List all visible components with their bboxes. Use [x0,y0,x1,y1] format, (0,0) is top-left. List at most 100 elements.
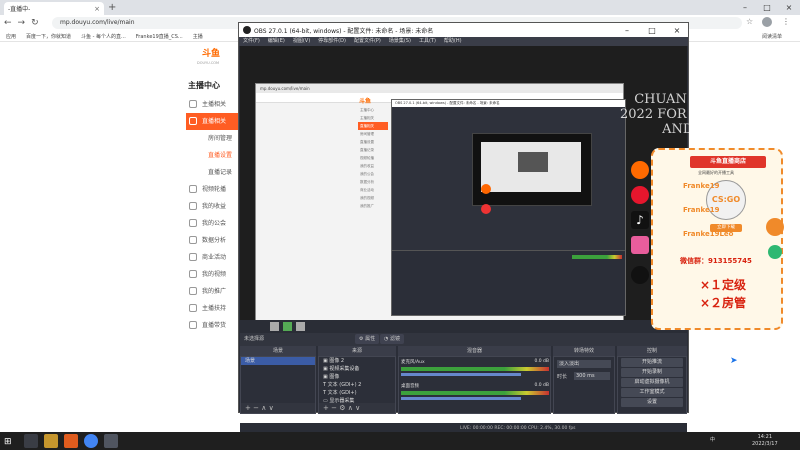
pitch-admin: ×２房管 [700,296,747,310]
bookmark-douyu[interactable]: 斗鱼 - 每个人的直... [81,33,126,40]
gear-icon[interactable]: ⚙ [339,404,345,412]
sidebar-item-promotion[interactable]: 我的推广 [186,283,238,300]
source-item[interactable]: ▣ 图像 [319,373,395,381]
obs-window[interactable]: OBS 27.0.1 (64-bit, windows) - 配置文件: 未命名… [238,22,735,434]
cursor-icon: ➤ [730,356,738,366]
menu-view[interactable]: 视图(V) [293,37,310,46]
new-tab-icon[interactable]: + [108,2,116,13]
obs-logo-icon [243,26,251,34]
wallet-icon [189,202,197,210]
lika-handle: Franke19Leo [683,230,734,238]
reading-list[interactable]: 阅读清单 [762,33,782,40]
tray-lang[interactable]: 中 [710,436,715,443]
move-down-icon[interactable]: ∨ [269,404,274,412]
side-share-icon[interactable] [766,218,784,236]
taskbar-obs-icon[interactable] [24,434,38,448]
menu-profile[interactable]: 配置文件(P) [354,37,381,46]
tray-clock[interactable]: 14:21 2022/3/17 [752,434,778,448]
sidebar-item-video[interactable]: 视频轮播 [186,181,238,198]
menu-edit[interactable]: 编辑(E) [268,37,285,46]
bookmark-franke[interactable]: Franke19直播_CS... [136,33,183,40]
sidebar-item-anchor[interactable]: 主播相关 [186,96,238,113]
sidebar-item-guild[interactable]: 我的公会 [186,215,238,232]
obs-maximize-icon[interactable]: □ [641,26,663,35]
transition-select[interactable]: 淡入淡出 [557,360,611,368]
move-up-icon[interactable]: ∧ [261,404,266,412]
sidebar-item-live-settings[interactable]: 直播设置 [186,147,238,164]
virtual-camera-button[interactable]: 启动虚拟摄像机 [621,378,683,387]
move-up-icon[interactable]: ∧ [348,404,353,412]
source-item[interactable]: ▣ 图像 2 [319,357,395,365]
menu-file[interactable]: 文件(F) [243,37,260,46]
obs-minimize-icon[interactable]: – [616,26,638,35]
add-scene-icon[interactable]: + [245,404,251,412]
scene-item[interactable]: 场景 [241,357,315,365]
browser-tab[interactable]: -直播中- × [4,2,104,15]
source-item[interactable]: T 文本 (GDI+) [319,389,395,397]
weibo-handle: Franke19 [683,182,720,190]
close-tab-icon[interactable]: × [94,5,100,13]
camera-icon: ▣ [323,366,328,372]
back-icon[interactable]: ← [4,18,12,28]
lika-icon [631,236,649,254]
scenes-dock: 场景 + − ∧ ∨ [240,356,316,414]
bookmark-anchor[interactable]: 主播 [193,33,203,40]
menu-help[interactable]: 帮助(H) [444,37,462,46]
duration-input[interactable]: 300 ms [574,372,610,380]
close-window-icon[interactable]: × [778,0,800,15]
sidebar-item-business[interactable]: 商业活动 [186,249,238,266]
obs-close-icon[interactable]: × [666,26,688,35]
sidebar-item-live-records[interactable]: 直播记录 [186,164,238,181]
menu-docks[interactable]: 停靠部件(D) [318,37,346,46]
taskbar-obs2-icon[interactable] [104,434,118,448]
tab-title: -直播中- [8,6,31,13]
maximize-icon[interactable]: □ [756,0,778,15]
desktop-meter [401,391,549,395]
start-streaming-button[interactable]: 开始推流 [621,358,683,367]
desktop-volume-slider[interactable] [401,397,521,400]
menu-tools[interactable]: 工具(T) [419,37,436,46]
side-green-icon[interactable] [768,245,782,259]
tab-strip [0,0,800,15]
avatar[interactable] [762,17,772,27]
taskbar-folder-icon[interactable] [44,434,58,448]
bookmark-apps[interactable]: 应用 [6,33,16,40]
settings-button[interactable]: 设置 [621,398,683,407]
remove-source-icon[interactable]: − [331,404,337,412]
image-icon: ▣ [323,374,328,380]
studio-mode-button[interactable]: 工作室模式 [621,388,683,397]
briefcase-icon [189,253,197,261]
properties-button[interactable]: ⚙ 属性 [355,334,380,344]
obs-preview[interactable]: mp.douyu.com/live/main 斗鱼 主播中心 主播相关 直播相关… [240,46,735,336]
sidebar-item-commerce[interactable]: 直播带货 [186,317,238,334]
menu-scene-collection[interactable]: 场景集(S) [389,37,411,46]
sidebar-item-room[interactable]: 房间管理 [186,130,238,147]
mic-volume-slider[interactable] [401,373,521,376]
weibo-icon [631,186,649,204]
sidebar-item-analytics[interactable]: 数据分析 [186,232,238,249]
menu-icon[interactable]: ⋮ [782,17,790,26]
reload-icon[interactable]: ↻ [31,18,39,28]
windows-start-icon[interactable]: ⊞ [4,437,12,447]
move-down-icon[interactable]: ∨ [355,404,360,412]
group-icon [189,219,197,227]
sidebar-item-support[interactable]: 主播扶持 [186,300,238,317]
star-icon[interactable]: ☆ [746,17,753,26]
minimize-icon[interactable]: – [734,0,756,15]
sidebar-item-income[interactable]: 我的收益 [186,198,238,215]
bookmark-baidu[interactable]: 百度一下，你就知道 [26,33,71,40]
filters-button[interactable]: ◔ 滤镜 [380,334,404,344]
chart-icon [189,236,197,244]
sidebar-item-my-video[interactable]: 我的视频 [186,266,238,283]
sources-dock-title: 来源 [318,346,396,356]
tiktok-handle: Franke19 [683,206,720,214]
sidebar-item-live[interactable]: 直播相关 [186,113,238,130]
start-recording-button[interactable]: 开始录制 [621,368,683,377]
forward-icon[interactable]: → [18,18,26,28]
add-source-icon[interactable]: + [323,404,329,412]
taskbar-chrome-icon[interactable] [84,434,98,448]
source-item[interactable]: T 文本 (GDI+) 2 [319,381,395,389]
taskbar-douyu-icon[interactable] [64,434,78,448]
remove-scene-icon[interactable]: − [253,404,259,412]
source-item[interactable]: ▣ 视频采集设备 [319,365,395,373]
